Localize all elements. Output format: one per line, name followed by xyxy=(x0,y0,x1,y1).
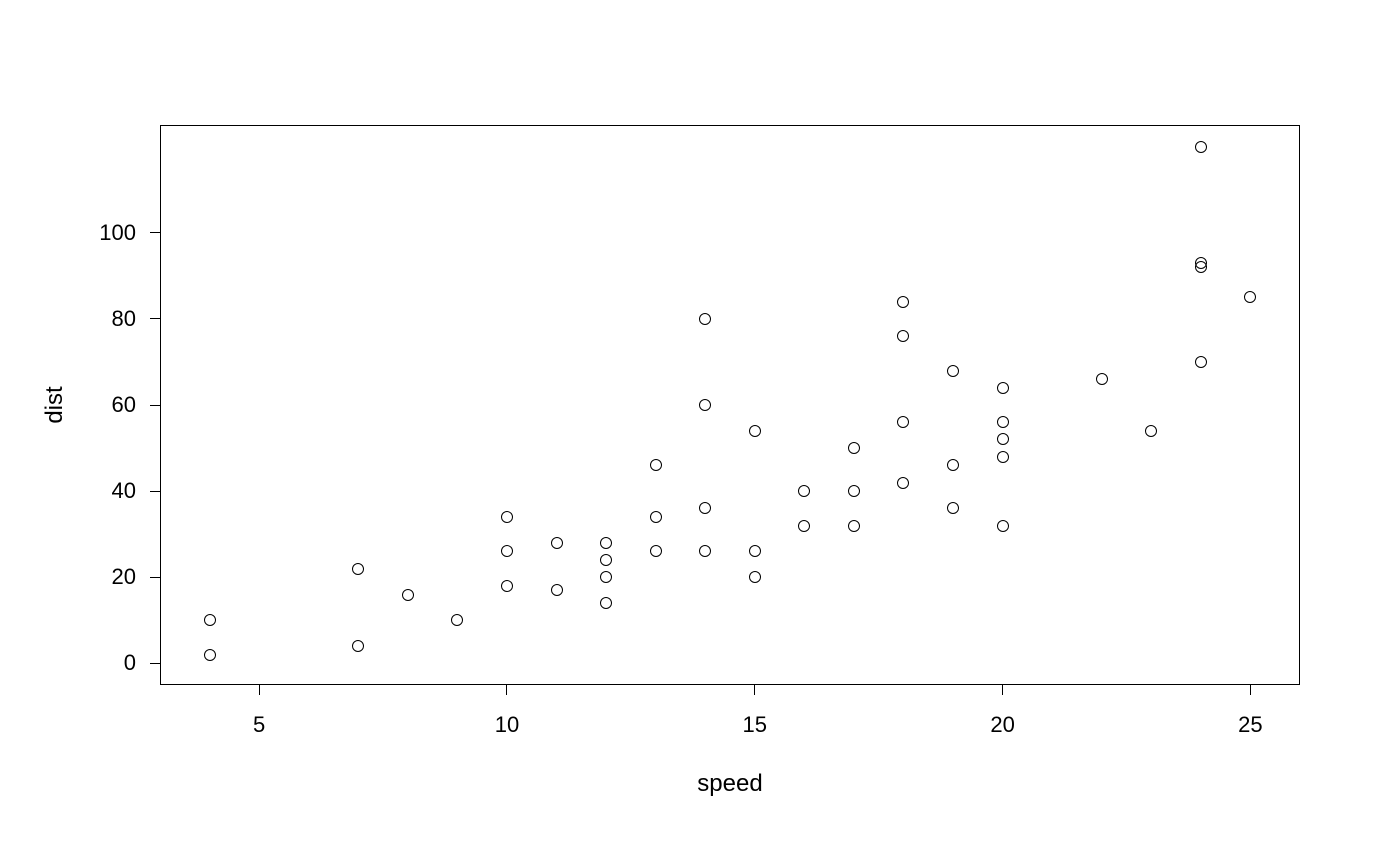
y-tick xyxy=(150,318,160,319)
plot-area xyxy=(160,125,1300,685)
x-tick-label: 15 xyxy=(743,712,767,738)
x-tick-label: 10 xyxy=(495,712,519,738)
y-tick-label: 0 xyxy=(124,650,136,676)
x-tick-label: 25 xyxy=(1238,712,1262,738)
x-tick xyxy=(1002,685,1003,695)
y-tick xyxy=(150,577,160,578)
y-tick xyxy=(150,232,160,233)
y-tick xyxy=(150,663,160,664)
x-tick-label: 5 xyxy=(253,712,265,738)
x-tick xyxy=(754,685,755,695)
y-axis-title: dist xyxy=(41,386,69,423)
x-tick xyxy=(259,685,260,695)
y-tick-label: 60 xyxy=(112,392,136,418)
y-tick-label: 20 xyxy=(112,564,136,590)
y-tick-label: 100 xyxy=(99,220,136,246)
x-tick-label: 20 xyxy=(990,712,1014,738)
x-tick xyxy=(506,685,507,695)
y-tick xyxy=(150,405,160,406)
scatter-chart: 5 10 15 20 25 0 20 40 60 80 100 speed dist xyxy=(0,0,1400,865)
x-axis-title: speed xyxy=(697,770,762,798)
y-tick xyxy=(150,491,160,492)
y-tick-label: 80 xyxy=(112,306,136,332)
y-tick-label: 40 xyxy=(112,478,136,504)
x-tick xyxy=(1250,685,1251,695)
